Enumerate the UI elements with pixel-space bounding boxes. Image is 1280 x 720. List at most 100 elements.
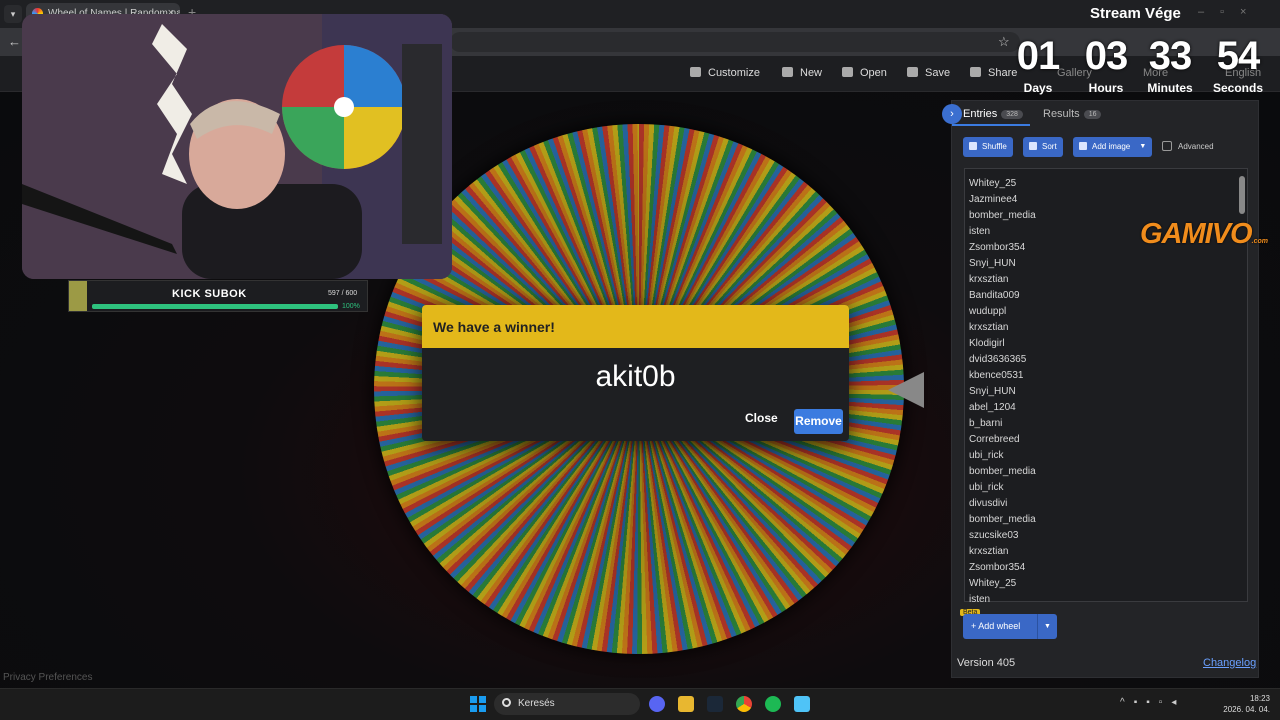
version-label: Version 405 — [957, 657, 1016, 669]
entry-item: Snyi_HUN — [969, 258, 1016, 269]
notepad-icon[interactable] — [794, 696, 810, 712]
search-icon — [502, 698, 511, 707]
add-image-button[interactable]: Add image ▼ — [1073, 137, 1153, 157]
new-label: New — [800, 67, 823, 79]
advanced-checkbox[interactable] — [1162, 141, 1172, 151]
remove-button[interactable]: Remove — [794, 409, 843, 434]
entry-item: bomber_media — [969, 514, 1036, 525]
stream-title: Stream Vége — [1090, 5, 1181, 22]
new-button[interactable]: New — [782, 67, 822, 79]
customize-button[interactable]: Customize — [690, 67, 760, 79]
entry-item: Klodigirl — [969, 338, 1005, 349]
file-icon — [782, 67, 793, 77]
chevron-down-icon: ▼ — [1139, 143, 1147, 150]
results-count-badge: 16 — [1083, 110, 1102, 119]
chrome-icon[interactable] — [736, 696, 752, 712]
sponsor-suffix: .com — [1251, 238, 1268, 245]
bookmark-star-icon[interactable]: ☆ — [998, 34, 1010, 50]
countdown-hours: 03 Hours — [1076, 34, 1136, 95]
changelog-link[interactable]: Changelog — [1203, 657, 1256, 669]
taskbar-search-label: Keresés — [518, 698, 555, 709]
entry-item: Whitey_25 — [969, 178, 1017, 189]
add-image-label: Add image — [1092, 142, 1131, 151]
entries-count-badge: 328 — [1001, 110, 1023, 119]
entry-item: abel_1204 — [969, 402, 1016, 413]
shuffle-button[interactable]: Shuffle — [963, 137, 1013, 157]
share-icon — [970, 67, 981, 77]
privacy-preferences-link[interactable]: Privacy Preferences — [3, 672, 92, 683]
countdown-hours-value: 03 — [1084, 34, 1129, 78]
sort-label: Sort — [1042, 142, 1057, 151]
open-button[interactable]: Open — [842, 67, 887, 79]
add-wheel-dropdown-icon[interactable]: ▼ — [1037, 614, 1057, 639]
tab-entries[interactable]: Entries 328 — [963, 108, 1023, 120]
countdown-hours-label: Hours — [1088, 81, 1124, 95]
back-arrow-icon[interactable]: ← — [8, 34, 21, 49]
steam-icon[interactable] — [707, 696, 723, 712]
sub-goal-count: 597 / 600 — [328, 290, 358, 297]
clock-date: 2026. 04. 04. — [1223, 705, 1270, 714]
countdown-minutes-label: Minutes — [1147, 81, 1193, 95]
entry-item: Correbreed — [969, 434, 1020, 445]
collapse-panel-icon[interactable]: › — [942, 104, 962, 124]
advanced-label: Advanced — [1178, 142, 1214, 151]
url-field[interactable] — [450, 32, 1020, 52]
folder-icon — [842, 67, 853, 77]
close-button[interactable]: Close — [745, 411, 778, 425]
sort-icon — [1029, 142, 1037, 150]
sub-goal-accent — [69, 281, 87, 311]
sub-goal-progress — [92, 304, 338, 309]
system-tray[interactable]: ^▪▪▫◂ — [1120, 697, 1185, 708]
entry-item: b_barni — [969, 418, 1003, 429]
discord-icon[interactable] — [649, 696, 665, 712]
shuffle-label: Shuffle — [982, 142, 1007, 151]
taskbar-search[interactable]: Keresés — [494, 693, 640, 715]
entry-item: Whitey_25 — [969, 578, 1017, 589]
windows-start-icon[interactable] — [470, 696, 486, 712]
open-label: Open — [860, 67, 887, 79]
sponsor-name: GAMIVO — [1140, 218, 1253, 250]
taskbar-clock[interactable]: 18:23 2026. 04. 04. — [1218, 693, 1270, 715]
entry-item: isten — [969, 594, 991, 605]
window-controls[interactable]: –▫× — [1198, 6, 1262, 18]
wheel-pointer-icon — [888, 372, 924, 408]
countdown-seconds-label: Seconds — [1212, 81, 1263, 95]
save-button[interactable]: Save — [907, 67, 950, 79]
webcam-scene — [22, 14, 452, 279]
customize-label: Customize — [708, 67, 760, 79]
entry-item: krxsztian — [969, 546, 1009, 557]
file-explorer-icon[interactable] — [678, 696, 694, 712]
entry-item: Bandita009 — [969, 290, 1020, 301]
save-label: Save — [925, 67, 951, 79]
entry-item: Zsombor354 — [969, 562, 1026, 573]
winner-dialog: We have a winner! akit0b Close Remove — [422, 305, 849, 441]
active-tab-indicator — [952, 124, 1030, 126]
entry-item: szucsike03 — [969, 530, 1019, 541]
sub-goal-title: KICK SUBOK — [172, 288, 247, 300]
entry-item: divusdivi — [969, 498, 1008, 509]
clock-time: 18:23 — [1249, 694, 1270, 703]
sort-button[interactable]: Sort — [1023, 137, 1063, 157]
countdown-seconds-value: 54 — [1216, 34, 1261, 78]
entries-scroll-thumb[interactable] — [1239, 176, 1245, 214]
tab-results[interactable]: Results 16 — [1043, 108, 1102, 120]
countdown-days-label: Days — [1023, 81, 1053, 95]
spotify-icon[interactable] — [765, 696, 781, 712]
advanced-toggle[interactable]: Advanced — [1162, 141, 1214, 151]
tab-search-chevron-icon[interactable]: ▾ — [4, 5, 22, 23]
windows-taskbar — [0, 688, 1280, 720]
countdown-minutes-value: 33 — [1148, 34, 1193, 78]
entry-item: kbence0531 — [969, 370, 1024, 381]
tab-entries-label: Entries — [963, 108, 998, 120]
entry-item: ubi_rick — [969, 450, 1004, 461]
add-wheel-button[interactable]: + Add wheel ▼ — [963, 614, 1057, 639]
image-icon — [1079, 142, 1087, 150]
winner-name: akit0b — [595, 360, 676, 393]
entry-item: Jazminee4 — [969, 194, 1018, 205]
countdown-seconds: 54 Seconds — [1208, 34, 1268, 95]
entry-item: wuduppl — [969, 306, 1007, 317]
palette-icon — [690, 67, 701, 77]
shuffle-icon — [969, 142, 977, 150]
entry-item: bomber_media — [969, 466, 1036, 477]
tab-results-label: Results — [1043, 108, 1080, 120]
